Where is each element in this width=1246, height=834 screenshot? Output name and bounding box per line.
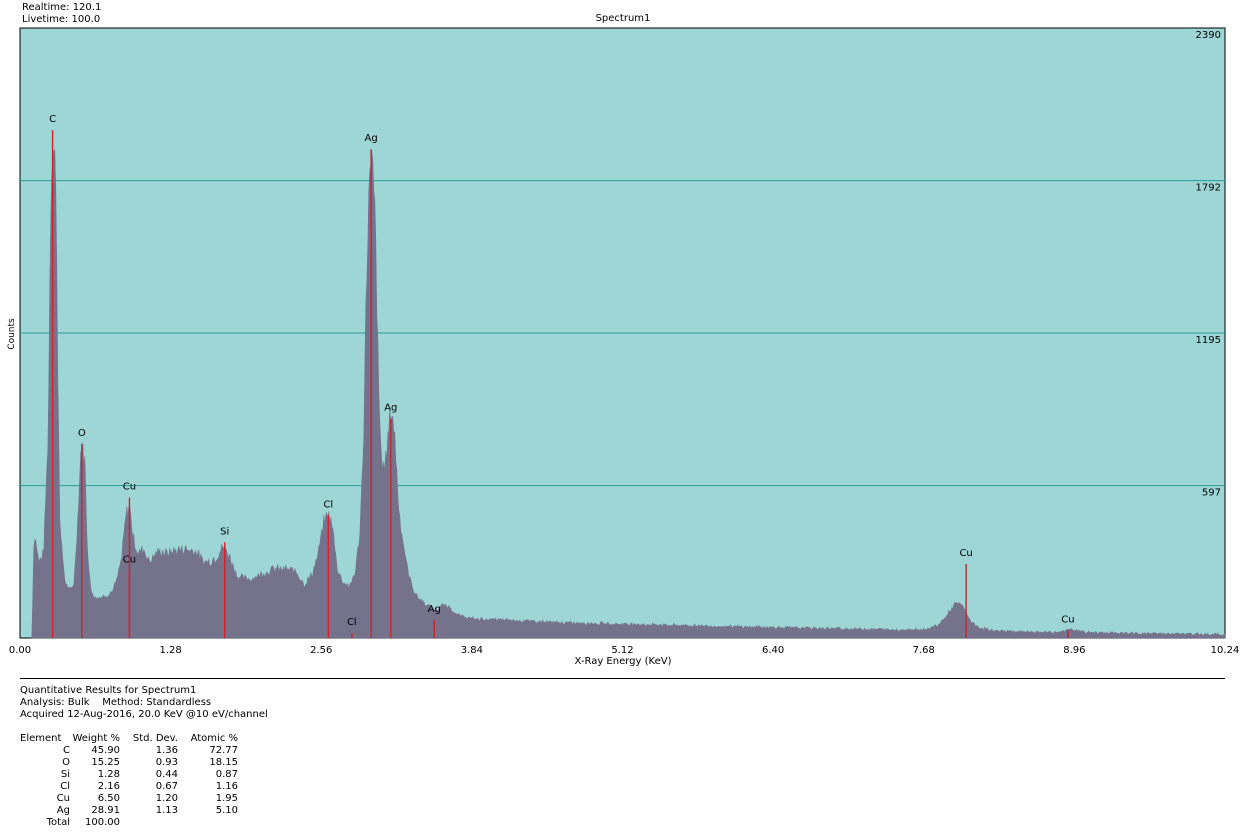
x-tick-label: 0.00 <box>9 645 31 656</box>
stddev-cell: 1.20 <box>155 793 178 804</box>
atomic-cell: 72.77 <box>209 745 238 756</box>
x-tick-label: 5.12 <box>611 645 633 656</box>
acquired-info: Acquired 12-Aug-2016, 20.0 KeV @10 eV/ch… <box>20 709 268 720</box>
stddev-cell: 0.44 <box>155 769 178 780</box>
peak-label: Cl <box>347 617 357 628</box>
peak-label: Cu <box>959 548 972 559</box>
peak-label: Si <box>220 526 229 537</box>
peak-label: Ag <box>384 403 397 414</box>
table-row: C 45.90 1.36 72.77 <box>20 745 238 757</box>
peak-label: Cl <box>323 499 333 510</box>
atomic-cell: 0.87 <box>215 769 238 780</box>
weight-cell: 2.16 <box>97 781 120 792</box>
x-tick-label: 8.96 <box>1063 645 1085 656</box>
peak-label: Ag <box>365 133 378 144</box>
x-tick-label: 1.28 <box>159 645 181 656</box>
table-row: O 15.25 0.93 18.15 <box>20 757 238 769</box>
table-row: Cl 2.16 0.67 1.16 <box>20 781 238 793</box>
x-axis-label: X-Ray Energy (KeV) <box>574 656 672 667</box>
y-tick-label: 1195 <box>1196 335 1221 346</box>
table-row: Cu 6.50 1.20 1.95 <box>20 793 238 805</box>
x-tick-label: 6.40 <box>762 645 784 656</box>
x-tick-labels: 0.00 1.28 2.56 3.84 5.12 6.40 7.68 8.96 10.24 <box>9 645 1239 656</box>
x-tick-label: 10.24 <box>1211 645 1240 656</box>
atomic-cell: 5.10 <box>215 805 238 816</box>
total-label: Total <box>46 817 70 828</box>
peak-label: Ag <box>428 604 441 615</box>
element-cell: Cu <box>56 793 70 804</box>
results-table: Element Weight % Std. Dev. Atomic % C 45… <box>20 733 238 829</box>
peak-label: O <box>78 428 86 439</box>
peak-label: Cu <box>123 482 136 493</box>
total-atomic <box>178 817 238 829</box>
y-tick-label: 1792 <box>1196 183 1221 194</box>
table-row: Si 1.28 0.44 0.87 <box>20 769 238 781</box>
element-cell: Cl <box>60 781 70 792</box>
peak-label: Cu <box>123 554 136 565</box>
results-heading: Quantitative Results for Spectrum1 <box>20 685 197 696</box>
divider <box>20 678 1225 679</box>
weight-cell: 28.91 <box>91 805 120 816</box>
col-header-weight: Weight % <box>72 733 120 744</box>
total-row: Total 100.00 <box>20 817 238 829</box>
atomic-cell: 18.15 <box>209 757 238 768</box>
element-cell: C <box>63 745 70 756</box>
results-header-row: Element Weight % Std. Dev. Atomic % <box>20 733 238 745</box>
total-weight: 100.00 <box>85 817 120 828</box>
y-tick-label: 597 <box>1202 488 1221 499</box>
col-header-atomic: Atomic % <box>190 733 238 744</box>
stddev-cell: 0.93 <box>155 757 178 768</box>
x-tick-label: 7.68 <box>913 645 935 656</box>
atomic-cell: 1.95 <box>215 793 238 804</box>
stddev-cell: 0.67 <box>155 781 178 792</box>
spectrum-chart: C O Cu Cu Si Cl Cl Ag Ag Ag Cu Cu 597 1195 1792 2390 0… <box>9 27 1239 656</box>
element-cell: Si <box>60 769 70 780</box>
weight-cell: 6.50 <box>97 793 120 804</box>
weight-cell: 15.25 <box>91 757 120 768</box>
table-row: Ag 28.91 1.13 5.10 <box>20 805 238 817</box>
element-cell: O <box>62 757 70 768</box>
quantitative-results: Quantitative Results for Spectrum1 Analy… <box>20 685 268 721</box>
total-stddev <box>120 817 178 829</box>
weight-cell: 45.90 <box>91 745 120 756</box>
atomic-cell: 1.16 <box>215 781 238 792</box>
stddev-cell: 1.36 <box>155 745 178 756</box>
peak-label: Cu <box>1061 614 1074 625</box>
peak-label: C <box>49 114 56 125</box>
x-tick-label: 3.84 <box>461 645 483 656</box>
col-header-element: Element <box>20 733 62 744</box>
x-tick-label: 2.56 <box>310 645 332 656</box>
stddev-cell: 1.13 <box>155 805 178 816</box>
weight-cell: 1.28 <box>97 769 120 780</box>
y-tick-label: 2390 <box>1196 30 1221 41</box>
element-cell: Ag <box>56 805 70 816</box>
col-header-stddev: Std. Dev. <box>132 733 178 744</box>
analysis-method: Analysis: Bulk Method: Standardless <box>20 697 212 708</box>
